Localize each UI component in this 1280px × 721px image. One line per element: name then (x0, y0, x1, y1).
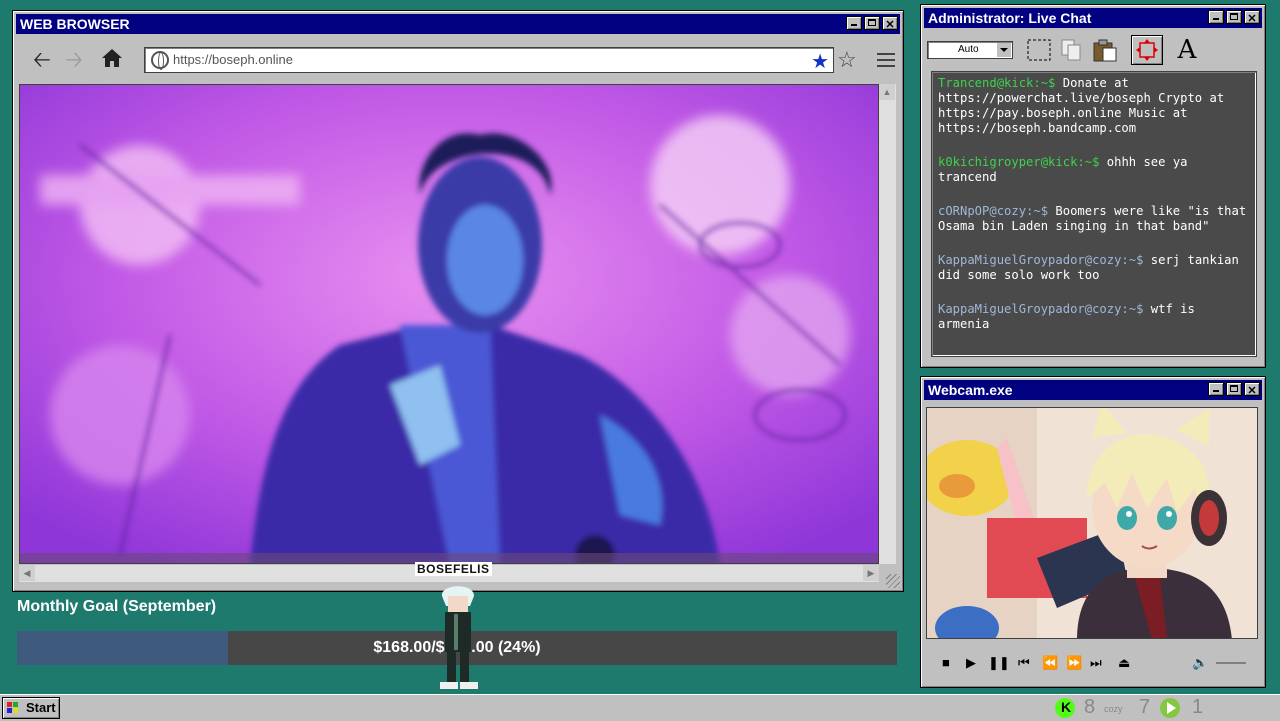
cozy-icon: cozy (1104, 704, 1123, 714)
hamburger-menu-icon[interactable] (877, 53, 895, 71)
copy-icon[interactable] (1055, 35, 1087, 65)
chat-username[interactable]: KappaMiguelGroypador@cozy:~$ (938, 302, 1143, 316)
rumble-viewer-count: 1 (1192, 696, 1204, 718)
resize-grip[interactable] (886, 574, 900, 588)
forward-arrow-icon[interactable]: 🡢 (65, 49, 83, 71)
url-text[interactable]: https://boseph.online (173, 52, 293, 67)
bookmark-star-icon[interactable]: ★ (811, 49, 829, 74)
scroll-right-button[interactable]: ▶ (863, 565, 879, 581)
close-button[interactable] (1244, 381, 1260, 401)
chat-title: Administrator: Live Chat (928, 10, 1092, 26)
address-bar[interactable]: https://boseph.online ★ (144, 47, 834, 73)
webcam-title: Webcam.exe (928, 382, 1013, 398)
rewind-icon[interactable]: ⏪ (1042, 655, 1058, 671)
globe-icon (151, 51, 169, 70)
chat-message: KappaMiguelGroypador@cozy:~$ serj tankia… (938, 253, 1250, 283)
stop-icon[interactable]: ■ (942, 655, 950, 670)
windows-logo-icon (7, 702, 18, 713)
kick-icon: K (1055, 698, 1075, 718)
skip-forward-icon[interactable]: ⏭ (1090, 655, 1102, 671)
start-label: Start (26, 700, 56, 715)
close-button[interactable] (882, 15, 898, 35)
skip-back-icon[interactable]: ⏮ (1018, 655, 1030, 671)
pixel-character-sprite (440, 586, 478, 689)
eject-icon[interactable]: ⏏ (1118, 655, 1130, 671)
maximize-button[interactable] (1226, 10, 1242, 24)
goal-label: Monthly Goal (September) (17, 598, 217, 615)
scroll-left-button[interactable]: ◀ (19, 565, 35, 581)
start-button[interactable]: Start (2, 697, 60, 719)
chat-message: cORNpOP@cozy:~$ Boomers were like "is th… (938, 204, 1250, 234)
maximize-button[interactable] (864, 16, 880, 30)
browser-title: WEB BROWSER (20, 16, 130, 32)
maximize-button[interactable] (1226, 382, 1242, 396)
chat-message: KappaMiguelGroypador@cozy:~$ wtf is arme… (938, 302, 1250, 332)
favorite-star-icon[interactable]: ☆ (837, 47, 857, 73)
back-arrow-icon[interactable]: 🡠 (33, 49, 51, 71)
sprite-name-label: BOSEFELIS (415, 562, 492, 576)
chat-username[interactable]: cORNpOP@cozy:~$ (938, 204, 1048, 218)
browser-toolbar: 🡠 🡢 https://boseph.online ★ ☆ (19, 41, 897, 81)
play-icon[interactable]: ▶ (966, 655, 976, 671)
chat-message: Trancend@kick:~$ Donate at https://power… (938, 76, 1250, 136)
home-icon[interactable] (101, 47, 123, 74)
font-icon[interactable]: A (1171, 35, 1203, 65)
chat-log[interactable]: Trancend@kick:~$ Donate at https://power… (931, 71, 1257, 357)
paste-icon[interactable] (1089, 35, 1121, 65)
scroll-up-button[interactable]: ▲ (879, 84, 895, 100)
chat-username[interactable]: KappaMiguelGroypador@cozy:~$ (938, 253, 1143, 267)
cozy-viewer-count: 7 (1139, 696, 1151, 718)
webcam-titlebar[interactable]: Webcam.exe (924, 380, 1262, 401)
kick-viewer-count: 8 (1084, 696, 1096, 718)
chat-message: k0kichigroyper@kick:~$ ohhh see ya tranc… (938, 155, 1250, 185)
chat-window: Administrator: Live Chat Auto A Trancend… (920, 4, 1266, 368)
rumble-icon (1160, 698, 1180, 718)
chat-toolbar: Auto A (927, 33, 1259, 67)
browser-titlebar[interactable]: WEB BROWSER (16, 14, 900, 35)
chat-username[interactable]: k0kichigroyper@kick:~$ (938, 155, 1099, 169)
vertical-scrollbar[interactable]: ▲ (879, 84, 896, 564)
minimize-button[interactable] (846, 16, 862, 30)
select-marquee-icon[interactable] (1023, 35, 1055, 65)
move-icon[interactable] (1131, 35, 1163, 65)
zoom-value: Auto (958, 44, 979, 55)
chat-username[interactable]: Trancend@kick:~$ (938, 76, 1055, 90)
volume-slider[interactable] (1216, 662, 1246, 664)
minimize-button[interactable] (1208, 382, 1224, 396)
vtuber-avatar (927, 408, 1257, 638)
chat-titlebar[interactable]: Administrator: Live Chat (924, 8, 1262, 29)
webcam-view (926, 407, 1258, 639)
webcam-window: Webcam.exe ✕ ■ ▶ ❚❚ ⏮ ⏪ ⏩ ⏭ ⏏ 🔈 (920, 376, 1266, 688)
fast-forward-icon[interactable]: ⏩ (1066, 655, 1082, 671)
pause-icon[interactable]: ❚❚ (988, 655, 1010, 671)
zoom-select[interactable]: Auto (927, 41, 1013, 59)
chevron-down-icon[interactable] (997, 43, 1011, 57)
minimize-button[interactable] (1208, 10, 1224, 24)
volume-icon[interactable]: 🔈 (1192, 655, 1208, 671)
taskbar: Start K 8 cozy 7 1 (0, 694, 1280, 721)
concert-video-frame (20, 85, 878, 563)
video-viewport[interactable] (19, 84, 879, 564)
browser-window: WEB BROWSER 🡠 🡢 https://boseph.online ★ … (12, 10, 904, 592)
media-player-controls: ■ ▶ ❚❚ ⏮ ⏪ ⏩ ⏭ ⏏ 🔈 (926, 643, 1258, 681)
close-button[interactable] (1244, 9, 1260, 29)
